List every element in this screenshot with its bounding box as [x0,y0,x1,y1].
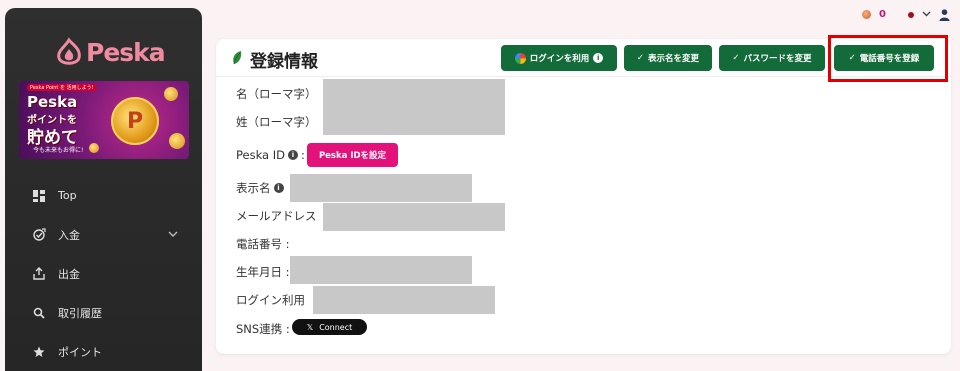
field-phone: 電話番号 : [236,236,290,252]
banner-tag: Peska Point を 活用しよう! [27,84,97,91]
peska-logo[interactable]: Peska [55,32,166,72]
points-balance[interactable]: 0 [879,9,886,20]
set-peska-id-button[interactable]: Peska IDを設定 [307,143,398,167]
field-email: メールアドレス [236,208,317,224]
field-separator: : [301,148,305,162]
sidebar-item-withdraw[interactable]: 出金 [5,254,202,293]
highlight-box [828,35,948,82]
field-label: ログイン利用 [236,293,305,307]
field-label: 姓（ローマ字） [236,115,317,129]
sidebar: Peska Peska Point を 活用しよう! Peska ポイントを 貯… [5,8,202,371]
redacted-value [313,286,495,314]
field-label: 電話番号 : [236,237,290,251]
sidebar-nav: Top 入金 出金 取引履歴 ポイント [5,176,202,371]
points-coin-icon [862,10,872,19]
sidebar-item-label: 取引履歴 [58,306,102,320]
notification-dot-icon[interactable] [908,11,914,18]
x-logo-icon: 𝕏 [306,322,314,332]
coin-decoration [89,143,99,153]
field-birthday: 生年月日 : [236,264,290,280]
field-login-use: ログイン利用 [236,292,305,308]
pencil-icon: ✓ [636,53,645,63]
withdraw-icon [32,267,46,281]
logo-text: Peska [86,37,166,67]
google-icon [514,52,526,64]
banner-line4: 今も未来もお得に! [33,147,84,154]
sidebar-item-points[interactable]: ポイント [5,332,202,371]
points-banner[interactable]: Peska Point を 活用しよう! Peska ポイントを 貯めて 今も未… [19,81,189,159]
change-display-name-button[interactable]: ✓ 表示名を変更 [624,45,712,71]
redacted-value [290,174,472,202]
field-sns: SNS連携 : [236,321,290,337]
info-icon[interactable]: i [593,53,604,63]
field-display-name: 表示名 i [236,180,284,196]
registration-info-card: 登録情報 ログインを利用 i ✓ 表示名を変更 ✓ パスワードを変更 ✓ 電話番… [216,39,951,354]
google-login-label: ログインを利用 [529,54,590,64]
sidebar-item-history[interactable]: 取引履歴 [5,293,202,332]
sidebar-item-label: 入金 [58,228,80,242]
field-name-roman: 名（ローマ字） [236,86,317,102]
change-display-name-label: 表示名を変更 [648,54,700,64]
change-password-button[interactable]: ✓ パスワードを変更 [719,45,825,71]
coin-decoration [164,87,178,101]
redacted-value [323,79,505,135]
pencil-icon: ✓ [732,53,740,63]
field-peska-id: Peska ID i : [236,148,305,162]
field-label: 生年月日 : [236,265,290,279]
sidebar-item-label: ポイント [58,345,102,359]
coin-icon: P [111,97,159,145]
field-surname-roman: 姓（ローマ字） [236,114,317,130]
redacted-value [290,256,472,284]
page-title: 登録情報 [250,52,318,72]
field-label: Peska ID [236,148,285,162]
topbar: 0 [862,9,950,21]
leaf-icon [233,51,242,65]
banner-line1: Peska [27,93,78,111]
deposit-icon [32,228,46,242]
field-label: SNS連携 : [236,322,290,336]
chevron-down-icon[interactable] [168,229,178,240]
sidebar-item-deposit[interactable]: 入金 [5,215,202,254]
x-connect-label: Connect [319,322,353,332]
dashboard-icon [32,189,46,203]
chevron-down-icon[interactable] [922,10,931,20]
info-icon[interactable]: i [288,150,298,160]
sidebar-item-label: 出金 [58,267,80,281]
field-label: メールアドレス [236,209,317,223]
change-password-label: パスワードを変更 [743,54,812,64]
sidebar-item-top[interactable]: Top [5,176,202,215]
logo-mark-icon [57,37,81,65]
sidebar-item-label: Top [58,189,77,202]
google-login-button[interactable]: ログインを利用 i [501,45,617,71]
redacted-value [323,203,505,231]
field-label: 名（ローマ字） [236,87,317,101]
info-icon[interactable]: i [273,183,284,193]
field-label: 表示名 [236,181,271,195]
search-icon [32,306,46,320]
coin-decoration [169,133,185,149]
x-connect-button[interactable]: 𝕏 Connect [292,319,367,335]
star-icon [32,345,46,359]
user-icon[interactable] [939,9,950,21]
